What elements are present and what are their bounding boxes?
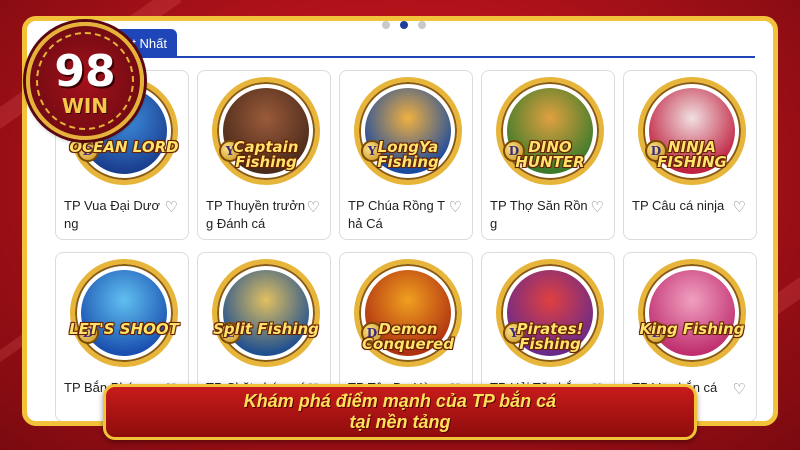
- banner-line-1: Khám phá điểm mạnh của TP bắn cá: [243, 391, 557, 411]
- game-logo-text: LongYa Fishing: [377, 138, 439, 171]
- caption-banner: Khám phá điểm mạnh của TP bắn cá tại nền…: [103, 384, 697, 440]
- heart-icon[interactable]: ♡: [449, 198, 462, 216]
- game-logo-text: OCEAN LORD: [69, 138, 179, 156]
- game-card[interactable]: Y LongYa Fishing TP Chúa Rồng Thả Cá ♡: [339, 70, 473, 240]
- banner-line-2: tại nền tảng: [349, 412, 451, 432]
- game-name[interactable]: TP Vua Đại Dương: [64, 197, 166, 233]
- tab-underline: [47, 56, 755, 58]
- game-logo-text: DINO HUNTER: [515, 138, 585, 171]
- game-thumbnail[interactable]: Y LongYa Fishing: [354, 77, 462, 185]
- game-art: [649, 270, 735, 356]
- brand-logo-text: WIN: [61, 94, 109, 118]
- game-card[interactable]: D DINO HUNTER TP Thợ Săn Rồng ♡: [481, 70, 615, 240]
- game-name[interactable]: TP Thợ Săn Rồng: [490, 197, 592, 233]
- game-logo-text: Pirates! Fishing: [516, 320, 584, 353]
- brand-logo: 98 WIN: [26, 22, 144, 140]
- game-logo-text: Demon Conquered: [362, 320, 454, 353]
- game-thumbnail[interactable]: L Split Fishing: [212, 259, 320, 367]
- heart-icon[interactable]: ♡: [165, 198, 178, 216]
- game-card[interactable]: D NINJA FISHING TP Câu cá ninja ♡: [623, 70, 757, 240]
- game-name[interactable]: TP Câu cá ninja: [632, 197, 734, 215]
- game-art: [81, 270, 167, 356]
- game-name[interactable]: TP Chúa Rồng Thả Cá: [348, 197, 450, 233]
- game-logo-text: Split Fishing: [213, 320, 319, 338]
- heart-icon[interactable]: ♡: [733, 198, 746, 216]
- game-thumbnail[interactable]: D DINO HUNTER: [496, 77, 604, 185]
- game-card[interactable]: Y Captain Fishing TP Thuyền trưởng Đánh cá…: [197, 70, 331, 240]
- game-thumbnail[interactable]: D LET'S SHOOT: [69, 259, 179, 367]
- game-thumbnail[interactable]: D Demon Conquered: [354, 259, 462, 367]
- pager-dot[interactable]: [382, 21, 390, 29]
- game-name[interactable]: TP Thuyền trưởng Đánh cá: [206, 197, 308, 233]
- game-thumbnail[interactable]: Y Captain Fishing: [212, 77, 320, 185]
- game-logo-text: NINJA FISHING: [657, 138, 727, 171]
- game-thumbnail[interactable]: D NINJA FISHING: [638, 77, 746, 185]
- game-logo-text: Captain Fishing: [233, 138, 299, 171]
- game-thumbnail[interactable]: L King Fishing: [638, 259, 746, 367]
- game-art: [223, 270, 309, 356]
- game-logo-text: King Fishing: [639, 320, 745, 338]
- heart-icon[interactable]: ♡: [591, 198, 604, 216]
- pager-dot[interactable]: [418, 21, 426, 29]
- pager-dot-active[interactable]: [400, 21, 408, 29]
- heart-icon[interactable]: ♡: [307, 198, 320, 216]
- carousel-pager: [382, 21, 426, 29]
- game-thumbnail[interactable]: Y Pirates! Fishing: [496, 259, 604, 367]
- game-logo-text: LET'S SHOOT: [69, 320, 179, 338]
- brand-logo-number: 98: [54, 46, 116, 97]
- heart-icon[interactable]: ♡: [733, 380, 746, 398]
